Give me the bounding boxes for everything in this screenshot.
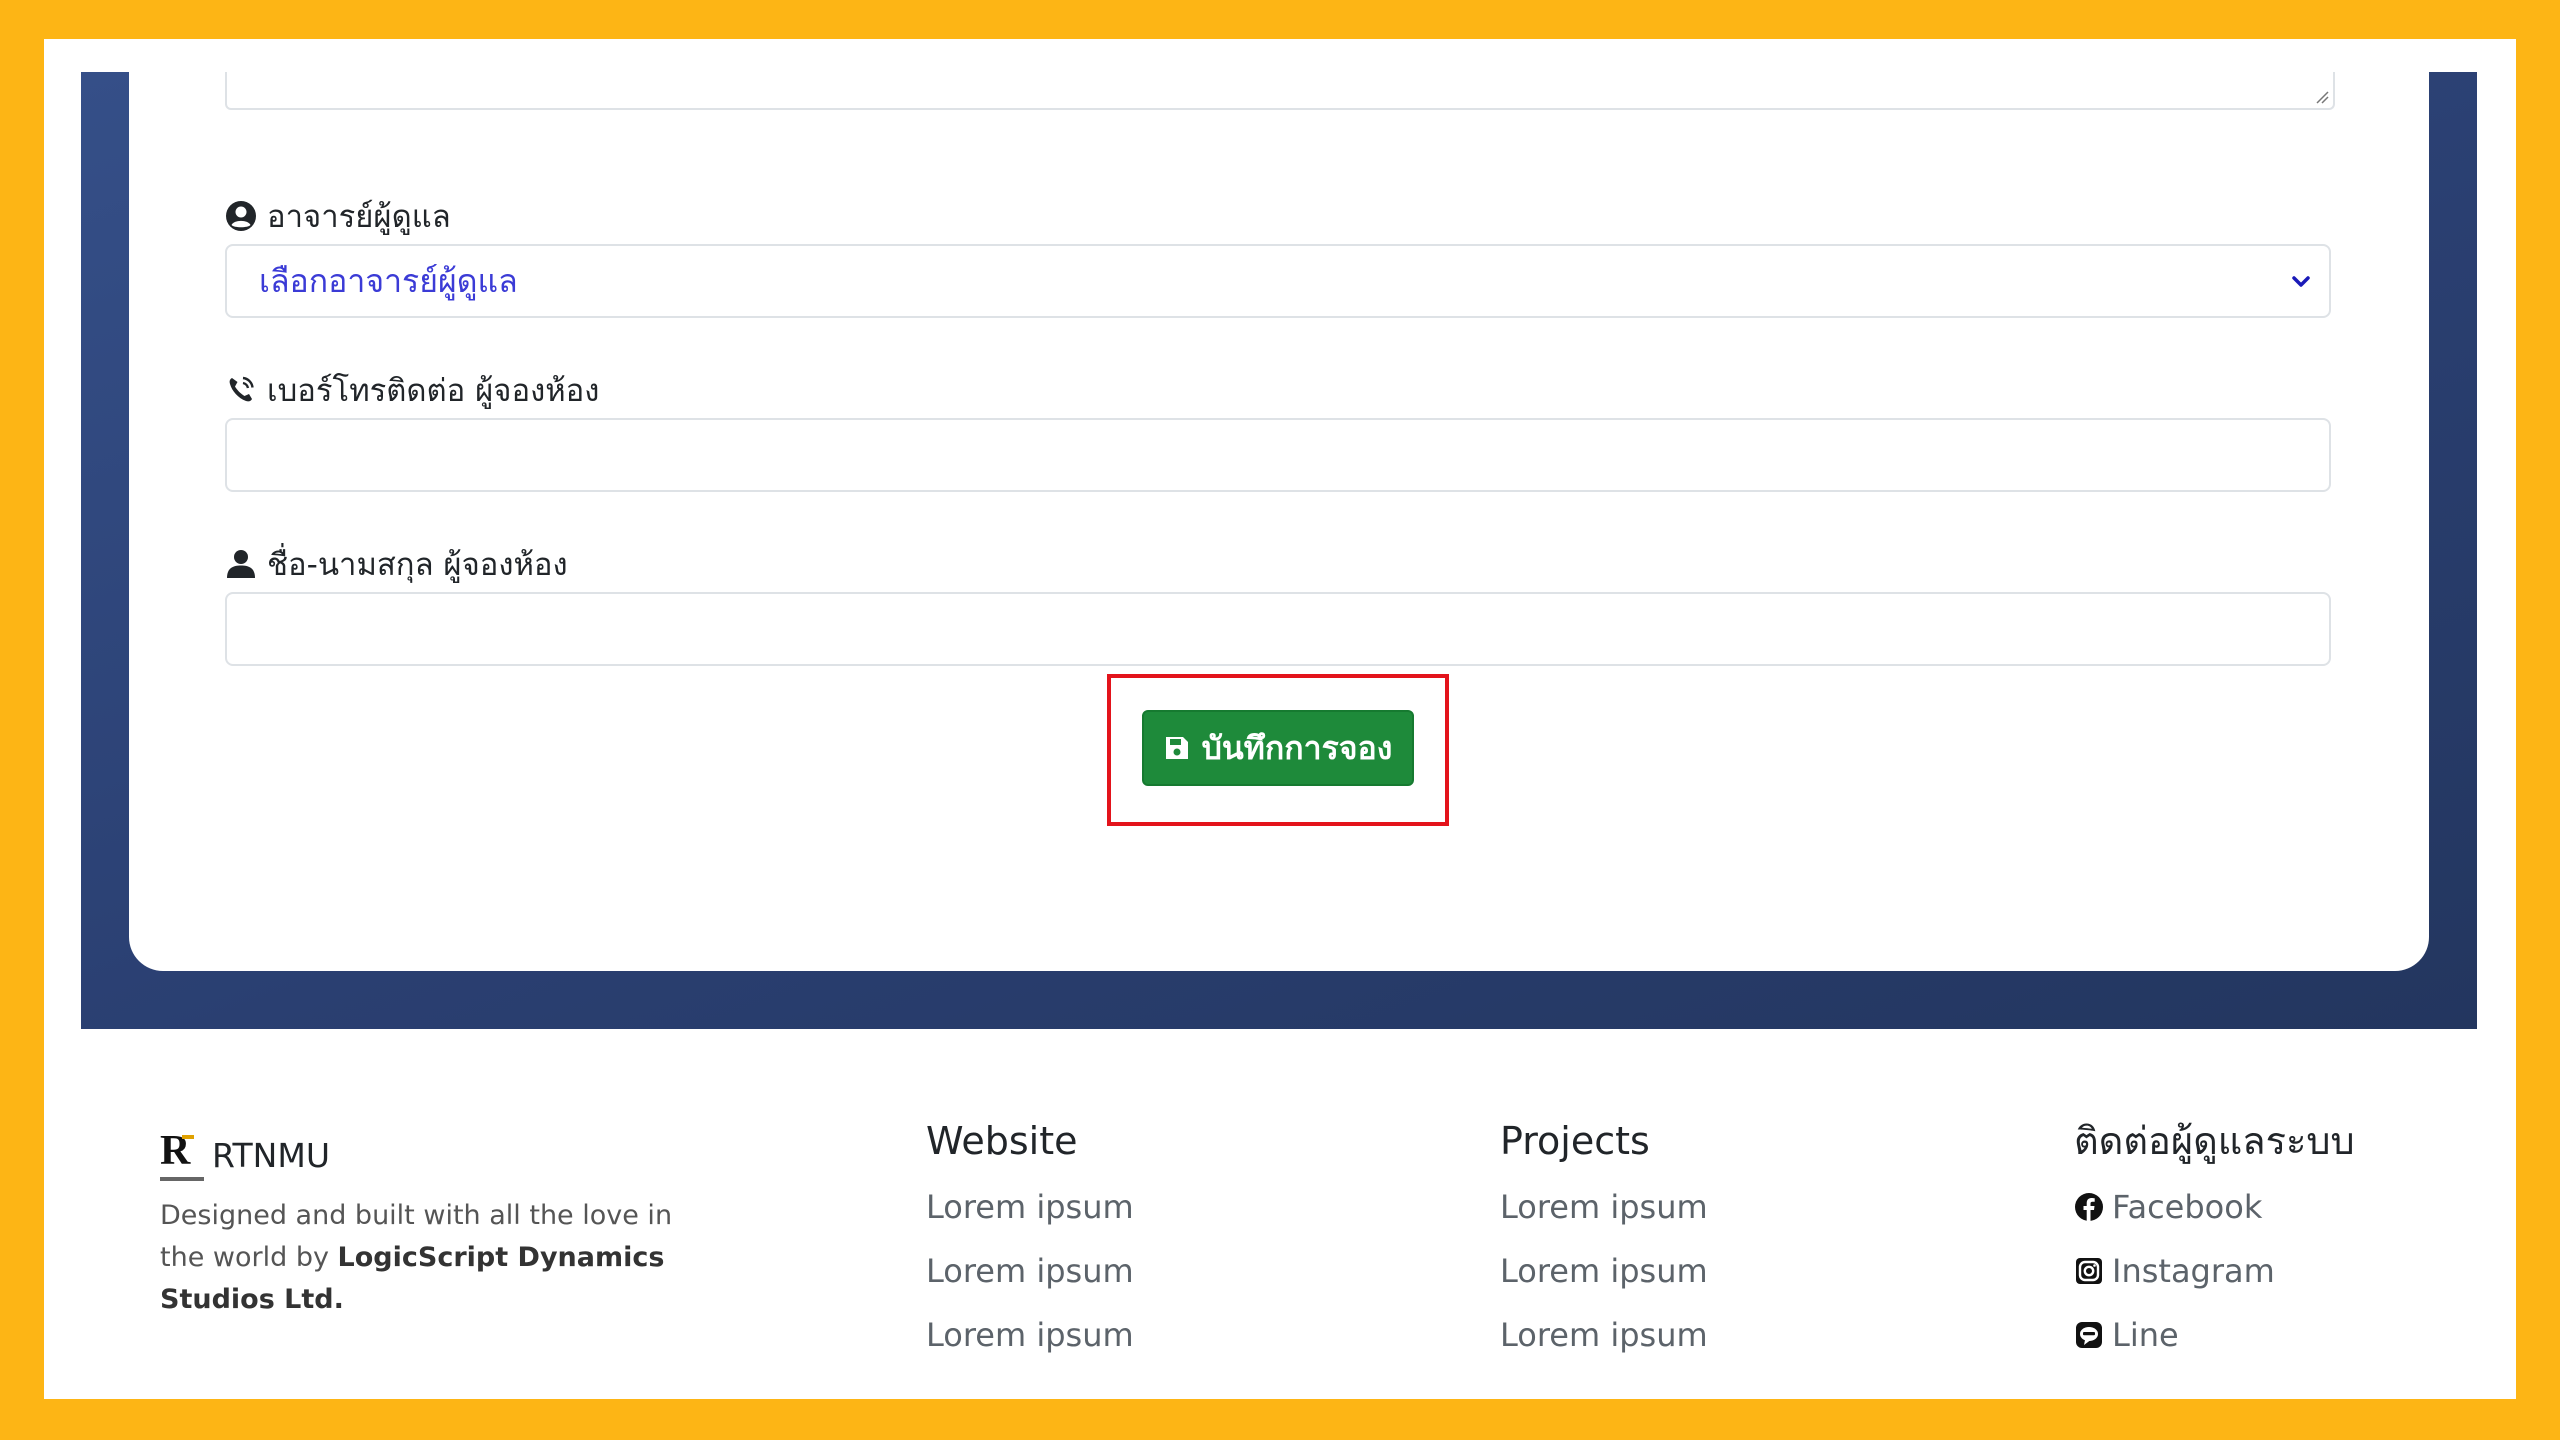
instagram-label: Instagram: [2112, 1252, 2275, 1290]
website-title: Website: [926, 1119, 1078, 1163]
notes-textarea[interactable]: [225, 72, 2335, 110]
facebook-label: Facebook: [2112, 1188, 2263, 1226]
website-link[interactable]: Lorem ipsum: [926, 1303, 1134, 1367]
footer-contact-column: ติดต่อผู้ดูแลระบบ Facebook Instagram Lin…: [2074, 1119, 2355, 1367]
advisor-label-text: อาจารย์ผู้ดูแล: [267, 199, 451, 235]
user-circle-icon: [226, 201, 256, 231]
footer-projects-column: Projects Lorem ipsum Lorem ipsum Lorem i…: [1500, 1119, 1708, 1367]
projects-link[interactable]: Lorem ipsum: [1500, 1239, 1708, 1303]
advisor-select-value: เลือกอาจารย์ผู้ดูแล: [259, 261, 518, 300]
advisor-label: อาจารย์ผู้ดูแล: [225, 194, 451, 238]
footer-about: Designed and built with all the love in …: [160, 1195, 700, 1321]
projects-link[interactable]: Lorem ipsum: [1500, 1175, 1708, 1239]
instagram-icon: [2076, 1258, 2102, 1284]
projects-link[interactable]: Lorem ipsum: [1500, 1303, 1708, 1367]
name-label-text: ชื่อ-นามสกุล ผู้จองห้อง: [267, 547, 568, 583]
resize-grip-icon[interactable]: [2313, 88, 2329, 104]
website-link[interactable]: Lorem ipsum: [926, 1175, 1134, 1239]
footer-website-column: Website Lorem ipsum Lorem ipsum Lorem ip…: [926, 1119, 1134, 1367]
website-link[interactable]: Lorem ipsum: [926, 1239, 1134, 1303]
hero-background: อาจารย์ผู้ดูแล เลือกอาจารย์ผู้ดูแล เบอร์…: [81, 72, 2477, 1029]
brand: R RTNMU: [160, 1129, 700, 1181]
facebook-icon: [2075, 1193, 2103, 1221]
name-label: ชื่อ-นามสกุล ผู้จองห้อง: [225, 542, 568, 586]
save-button-label: บันทึกการจอง: [1201, 728, 1393, 767]
floppy-disk-icon: [1165, 737, 1188, 759]
facebook-link[interactable]: Facebook: [2074, 1175, 2355, 1239]
name-input[interactable]: [225, 592, 2331, 666]
projects-title: Projects: [1500, 1119, 1650, 1163]
chevron-down-icon: [2292, 276, 2310, 287]
phone-input[interactable]: [225, 418, 2331, 492]
instagram-link[interactable]: Instagram: [2074, 1239, 2355, 1303]
line-link[interactable]: Line: [2074, 1303, 2355, 1367]
contact-title: ติดต่อผู้ดูแลระบบ: [2074, 1119, 2355, 1163]
rtnmu-logo: R: [160, 1129, 204, 1181]
save-booking-button[interactable]: บันทึกการจอง: [1142, 710, 1414, 786]
phone-label: เบอร์โทรติดต่อ ผู้จองห้อง: [225, 368, 599, 412]
brand-name: RTNMU: [212, 1135, 330, 1175]
line-label: Line: [2112, 1316, 2179, 1354]
page-frame: อาจารย์ผู้ดูแล เลือกอาจารย์ผู้ดูแล เบอร์…: [44, 39, 2516, 1399]
phone-volume-icon: [229, 376, 254, 402]
line-icon: [2076, 1322, 2102, 1348]
booking-form-card: อาจารย์ผู้ดูแล เลือกอาจารย์ผู้ดูแล เบอร์…: [129, 72, 2429, 971]
footer-brand-column: R RTNMU Designed and built with all the …: [160, 1129, 700, 1321]
phone-label-text: เบอร์โทรติดต่อ ผู้จองห้อง: [267, 373, 600, 409]
advisor-select[interactable]: เลือกอาจารย์ผู้ดูแล: [225, 244, 2331, 318]
user-icon: [227, 550, 255, 578]
